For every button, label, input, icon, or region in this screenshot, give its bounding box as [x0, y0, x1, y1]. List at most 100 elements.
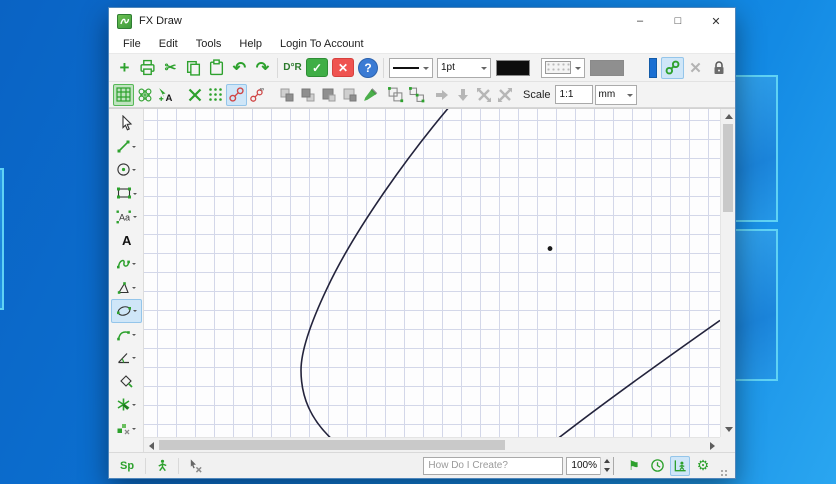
fill-pattern-dropdown[interactable] — [541, 57, 585, 78]
chevron-down-icon[interactable] — [132, 310, 137, 314]
tool-fill[interactable] — [111, 370, 142, 394]
special-points-button[interactable]: Sp — [115, 460, 139, 472]
menu-file[interactable]: File — [114, 35, 150, 53]
chevron-down-icon[interactable] — [132, 286, 136, 291]
tool-stats[interactable] — [111, 417, 142, 441]
cursor-tracking-icon[interactable] — [185, 456, 205, 476]
zoom-increase-button[interactable] — [601, 456, 613, 466]
paste-icon[interactable] — [205, 57, 228, 79]
scroll-up-button[interactable] — [721, 109, 736, 124]
ungroup-icon[interactable] — [406, 84, 427, 106]
menubar: File Edit Tools Help Login To Account — [109, 34, 735, 54]
units-dropdown[interactable]: mm — [594, 84, 637, 105]
scroll-right-button[interactable] — [705, 438, 720, 453]
chevron-down-icon[interactable] — [132, 169, 136, 173]
dot-grid-icon[interactable] — [205, 84, 226, 106]
tool-annotation[interactable]: Aa — [111, 205, 142, 229]
tool-circle[interactable] — [111, 158, 142, 182]
tool-line[interactable] — [111, 135, 142, 159]
attach-infinite-icon[interactable]: ∞ — [247, 84, 268, 106]
focus-point[interactable] — [547, 246, 553, 251]
new-icon[interactable]: + — [113, 57, 136, 79]
chevron-down-icon[interactable] — [132, 333, 136, 338]
format-painter-icon[interactable] — [360, 84, 381, 106]
chevron-down-icon[interactable] — [132, 263, 136, 267]
vertical-scrollbar[interactable] — [720, 109, 735, 437]
line-color-swatch[interactable] — [496, 59, 530, 76]
degrees-radians-toggle[interactable]: D°R — [281, 57, 304, 79]
horizontal-scroll-thumb[interactable] — [159, 440, 505, 450]
tool-polygon[interactable] — [111, 276, 142, 300]
chevron-down-icon[interactable] — [132, 192, 137, 197]
help-button[interactable]: ? — [358, 57, 378, 78]
group-icon[interactable] — [385, 84, 406, 106]
edge-color-bar[interactable] — [649, 57, 657, 78]
hyperbola-right-branch[interactable] — [556, 319, 720, 437]
svg-text:∞: ∞ — [260, 86, 265, 93]
chevron-down-icon[interactable] — [132, 357, 136, 361]
redo-icon[interactable]: ↷ — [251, 57, 274, 79]
chevron-down-icon[interactable] — [132, 427, 136, 432]
apply-button[interactable]: ✓ — [306, 58, 328, 77]
menu-edit[interactable]: Edit — [150, 35, 187, 53]
history-icon[interactable] — [647, 456, 667, 476]
dynamic-graph-toggle[interactable] — [670, 455, 690, 476]
lock-icon[interactable] — [707, 57, 730, 79]
separator — [277, 57, 278, 78]
chevron-down-icon[interactable] — [132, 216, 137, 220]
menu-login[interactable]: Login To Account — [271, 35, 373, 53]
hyperbola-left-branch[interactable] — [300, 109, 450, 437]
dynamic-figure-icon[interactable] — [152, 456, 172, 476]
flag-icon[interactable]: ⚑ — [624, 456, 644, 476]
attach-points-toggle[interactable] — [226, 83, 247, 106]
vertical-scroll-thumb[interactable] — [723, 124, 733, 212]
chevron-down-icon[interactable] — [132, 404, 136, 408]
undo-icon[interactable]: ↶ — [228, 57, 251, 79]
symmetry-grid-icon[interactable] — [134, 84, 155, 106]
tool-text[interactable]: A — [111, 229, 142, 253]
fill-color-swatch[interactable] — [590, 59, 624, 76]
scale-input[interactable] — [554, 85, 593, 104]
close-button[interactable]: ✕ — [697, 8, 735, 34]
titlebar[interactable]: FX Draw – □ ✕ — [109, 8, 735, 34]
resize-grip[interactable] — [720, 469, 729, 478]
delete-points-icon[interactable] — [184, 84, 205, 106]
tool-conic[interactable] — [110, 299, 142, 323]
drawing-canvas[interactable] — [144, 109, 720, 437]
app-icon — [117, 13, 132, 29]
separator — [178, 457, 180, 474]
svg-text:A: A — [166, 93, 173, 103]
minimize-button[interactable]: – — [621, 8, 659, 34]
discard-button[interactable]: ✕ — [332, 58, 354, 77]
chevron-down-icon[interactable] — [132, 145, 136, 150]
tool-angle[interactable] — [111, 346, 142, 370]
tool-spray[interactable] — [111, 393, 142, 417]
cut-icon[interactable]: ✂ — [159, 57, 182, 79]
align-down-icon — [452, 84, 473, 106]
zoom-decrease-button[interactable] — [601, 465, 613, 475]
grid-toggle[interactable] — [113, 83, 134, 106]
scroll-down-button[interactable] — [721, 422, 736, 437]
toolbar-secondary: A ∞ Scale 1:1 mm — [109, 82, 735, 108]
add-label-icon[interactable]: A — [155, 84, 176, 106]
tool-rectangle[interactable] — [111, 182, 142, 206]
menu-tools[interactable]: Tools — [187, 35, 231, 53]
link-points-toggle[interactable] — [661, 56, 684, 79]
line-style-dropdown[interactable] — [389, 57, 433, 78]
copy-icon[interactable] — [182, 57, 205, 79]
maximize-button[interactable]: □ — [659, 8, 697, 34]
horizontal-scrollbar[interactable] — [144, 437, 720, 452]
menu-help[interactable]: Help — [230, 35, 271, 53]
settings-gear-icon[interactable]: ⚙ — [693, 456, 713, 476]
tool-select[interactable] — [111, 111, 142, 135]
tool-arc[interactable] — [111, 323, 142, 347]
scroll-left-button[interactable] — [144, 438, 159, 453]
zoom-control[interactable]: 100% — [566, 456, 614, 475]
line-width-dropdown[interactable]: 1pt — [437, 57, 491, 78]
tool-curve[interactable] — [111, 252, 142, 276]
chevron-down-icon — [626, 93, 633, 100]
print-icon[interactable] — [136, 57, 159, 79]
units-value: mm — [598, 89, 616, 100]
desktop-wallpaper: FX Draw – □ ✕ File Edit Tools Help Login… — [0, 0, 836, 484]
help-search-input[interactable] — [423, 456, 564, 475]
